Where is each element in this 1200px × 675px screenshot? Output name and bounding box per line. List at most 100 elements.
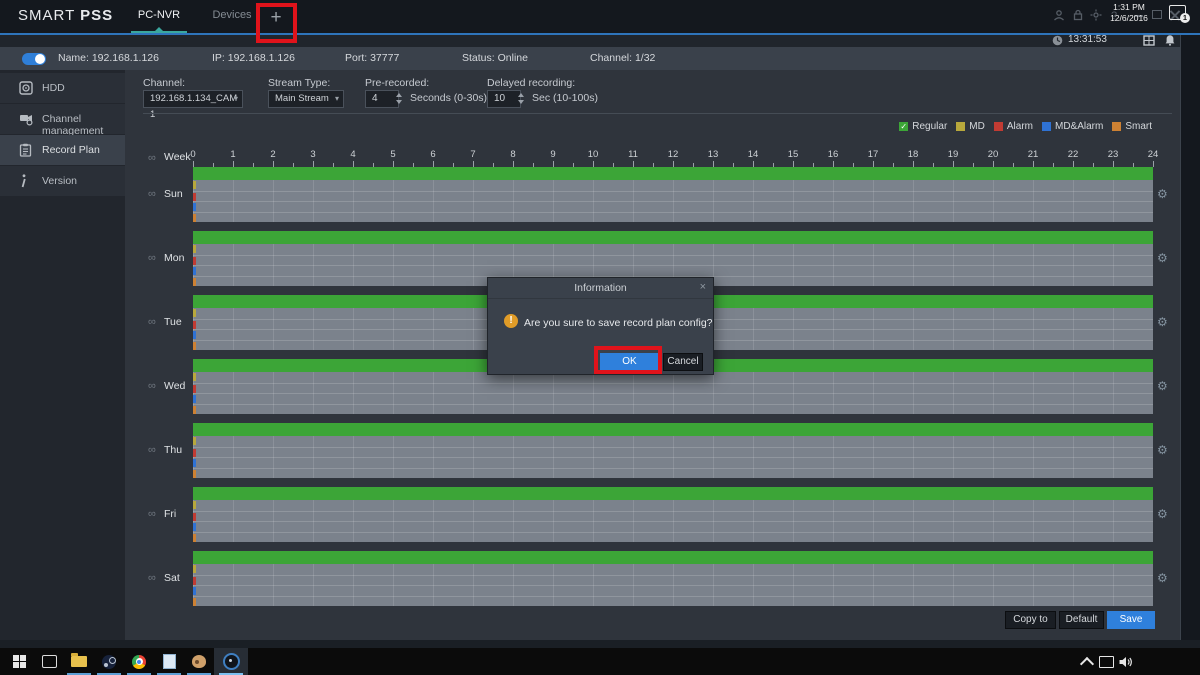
record-band-md-alarm [193,457,1153,468]
legend-label: Alarm [1007,121,1033,132]
record-marker [193,577,196,585]
day-link-icon[interactable]: ∞ [148,381,156,391]
user-icon[interactable] [1053,9,1067,23]
hour-tick-label: 22 [1064,149,1082,160]
regular-record-bar [193,423,1153,436]
delayed-recording-stepper[interactable] [517,90,526,108]
record-marker [193,385,196,393]
dialog-close-icon[interactable]: × [700,281,706,293]
notepad-icon[interactable] [154,648,184,675]
default-button[interactable]: Default [1059,611,1104,629]
sidebar-item-label: Channel management [42,113,125,137]
day-link-icon[interactable]: ∞ [148,253,156,263]
hour-tick-label: 10 [584,149,602,160]
day-settings-gear-icon[interactable]: ⚙ [1157,508,1168,520]
day-link-icon[interactable]: ∞ [148,317,156,327]
start-button[interactable] [4,648,34,675]
record-marker [193,598,196,606]
record-band-alarm [193,511,1153,522]
record-band-md [193,180,1153,191]
file-explorer-icon[interactable] [64,648,94,675]
tab-devices[interactable]: Devices [205,0,259,31]
legend-item-md[interactable]: MD [956,121,985,132]
cancel-button[interactable]: Cancel [663,353,703,371]
smartpss-taskbar-icon[interactable] [214,648,248,675]
hour-tick-label: 18 [904,149,922,160]
sidebar-item-label: Version [42,175,77,187]
taskbar-chevron-up-icon[interactable] [1078,648,1096,675]
record-band-alarm [193,255,1153,266]
device-grid-icon[interactable] [1143,35,1155,46]
sidebar-item-hdd[interactable]: HDD [0,73,125,104]
lock-icon[interactable] [1072,9,1086,23]
sidebar-item-record-plan[interactable]: Record Plan [0,135,125,166]
legend-item-md-alarm[interactable]: MD&Alarm [1042,121,1103,132]
record-band-md-alarm [193,201,1153,212]
day-link-icon[interactable]: ∞ [148,189,156,199]
record-band-md-alarm [193,585,1153,596]
day-settings-gear-icon[interactable]: ⚙ [1157,316,1168,328]
schedule-track-sat[interactable] [193,551,1153,606]
stream-type-value: Main Stream [275,93,329,104]
record-plan-icon [19,143,33,157]
task-view-button[interactable] [34,648,64,675]
record-band-alarm [193,191,1153,202]
pre-recorded-stepper[interactable] [395,90,404,108]
day-settings-gear-icon[interactable]: ⚙ [1157,380,1168,392]
hour-tick-label: 20 [984,149,1002,160]
sidebar-item-channel-management[interactable]: Channel management [0,104,125,135]
hour-tick-label: 9 [544,149,562,160]
action-center-icon[interactable]: 1 [1169,5,1186,20]
hour-tick-label: 14 [744,149,762,160]
logo-pss: PSS [80,7,113,24]
hour-tick-label: 11 [624,149,642,160]
record-track-area[interactable] [193,436,1153,478]
dialog-title: Information [488,278,713,299]
volume-icon[interactable] [1116,648,1136,675]
day-link-icon[interactable]: ∞ [148,573,156,583]
sidebar-item-version[interactable]: Version [0,166,125,197]
record-band-md-alarm [193,521,1153,532]
notification-badge: 1 [1180,13,1190,23]
taskbar-clock[interactable]: 1:31 PM 12/6/2016 [1100,2,1158,24]
legend-item-regular[interactable]: ✓Regular [899,121,947,132]
record-track-area[interactable] [193,180,1153,222]
device-channel: Channel: 1/32 [590,52,655,64]
save-button[interactable]: Save [1107,611,1155,629]
record-track-area[interactable] [193,372,1153,414]
network-icon[interactable] [1096,648,1116,675]
pre-recorded-input[interactable]: 4 [365,90,399,108]
hour-tick-label: 0 [184,149,202,160]
day-settings-gear-icon[interactable]: ⚙ [1157,572,1168,584]
day-settings-gear-icon[interactable]: ⚙ [1157,252,1168,264]
day-settings-gear-icon[interactable]: ⚙ [1157,188,1168,200]
legend-item-alarm[interactable]: Alarm [994,121,1033,132]
chrome-icon[interactable] [124,648,154,675]
day-link-icon[interactable]: ∞ [148,509,156,519]
schedule-track-sun[interactable] [193,167,1153,222]
copy-to-button[interactable]: Copy to [1005,611,1056,629]
day-label-tue: Tue [164,316,196,328]
record-track-area[interactable] [193,564,1153,606]
alarm-bell-icon[interactable] [1164,34,1176,46]
schedule-track-thu[interactable] [193,423,1153,478]
channel-select[interactable]: 192.168.1.134_CAM 1▾ [143,90,243,108]
paint-icon[interactable] [184,648,214,675]
delayed-recording-input[interactable]: 10 [487,90,521,108]
stream-type-select[interactable]: Main Stream▾ [268,90,344,108]
day-settings-gear-icon[interactable]: ⚙ [1157,444,1168,456]
record-marker [193,309,196,317]
record-marker [193,278,196,286]
record-marker [193,565,196,573]
day-link-icon[interactable]: ∞ [148,445,156,455]
day-label-mon: Mon [164,252,196,264]
record-band-md [193,436,1153,447]
steam-icon[interactable] [94,648,124,675]
record-marker [193,321,196,329]
week-link-icon[interactable]: ∞ [148,153,156,163]
device-enable-toggle[interactable] [22,53,46,65]
clock-icon [1052,35,1063,46]
legend-item-smart[interactable]: Smart [1112,121,1152,132]
record-track-area[interactable] [193,500,1153,542]
schedule-track-fri[interactable] [193,487,1153,542]
